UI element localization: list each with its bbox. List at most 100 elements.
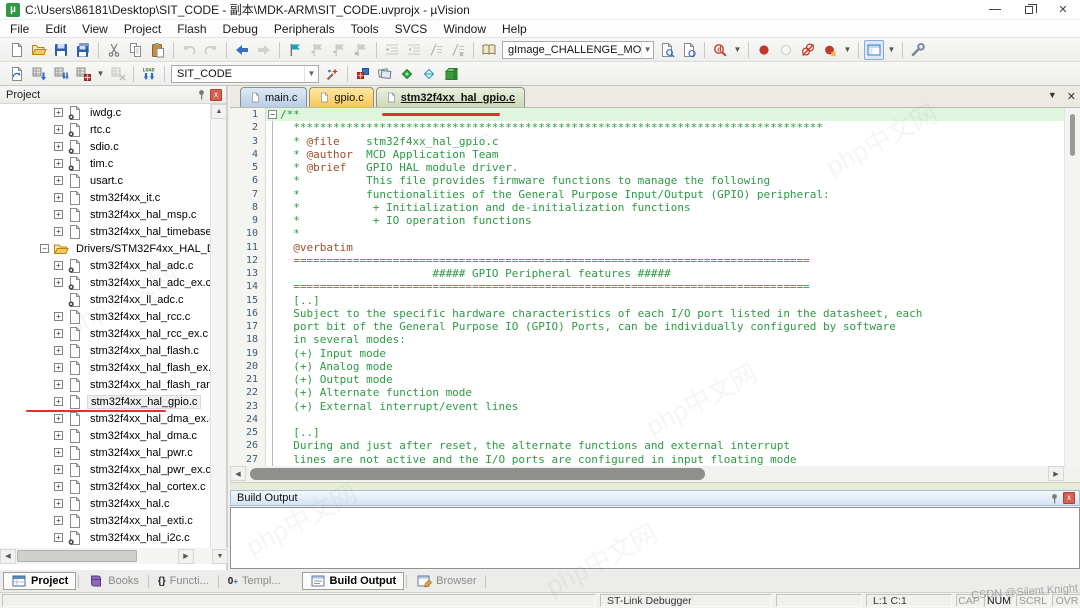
code-line[interactable]: 7 * functionalities of the General Purpo… xyxy=(230,188,1080,201)
expand-toggle[interactable]: + xyxy=(54,346,63,355)
combo-dropdown-caret[interactable]: ▼ xyxy=(304,66,318,82)
menu-tools[interactable]: Tools xyxy=(343,20,387,38)
project-tree-hscrollbar[interactable]: ◀ ▶ ▼ xyxy=(0,548,228,564)
fold-collapse-icon[interactable]: − xyxy=(268,110,277,119)
code-line[interactable]: 13 ##### GPIO Peripheral features ##### xyxy=(230,267,1080,280)
bookmark-prev-button[interactable] xyxy=(307,40,327,60)
tree-item[interactable]: +stm32f4xx_hal_gpio.c xyxy=(0,393,212,410)
bottom-tab-build-output[interactable]: Build Output xyxy=(302,572,405,590)
menu-view[interactable]: View xyxy=(74,20,116,38)
code-line[interactable]: 9 * + IO operation functions xyxy=(230,214,1080,227)
breakpoint-kill-all-button[interactable] xyxy=(820,40,840,60)
build-button[interactable] xyxy=(29,64,49,84)
build-output-close-button[interactable]: x xyxy=(1063,492,1075,504)
save-button[interactable] xyxy=(51,40,71,60)
code-line[interactable]: 27 lines are not active and the I/O port… xyxy=(230,453,1080,466)
bookmark-clear-all-button[interactable] xyxy=(351,40,371,60)
bottom-tab-books[interactable]: Books xyxy=(81,572,146,590)
comment-selection-button[interactable] xyxy=(426,40,446,60)
project-tree-vscrollbar[interactable]: ▲ xyxy=(210,104,226,548)
scroll-left-arrow[interactable]: ◀ xyxy=(0,549,16,564)
pin-icon[interactable] xyxy=(196,89,207,100)
dropdown-caret[interactable]: ▼ xyxy=(94,64,107,84)
menu-help[interactable]: Help xyxy=(494,20,535,38)
expand-toggle[interactable]: − xyxy=(40,244,49,253)
scroll-down-arrow[interactable]: ▼ xyxy=(212,549,228,564)
menu-edit[interactable]: Edit xyxy=(37,20,74,38)
tree-item[interactable]: +iwdg.c xyxy=(0,104,212,121)
nav-back-button[interactable] xyxy=(232,40,252,60)
document-tab-gpio-c[interactable]: gpio.c xyxy=(309,87,373,107)
target-combo[interactable]: SIT_CODE▼ xyxy=(171,65,319,83)
hscroll-thumb[interactable] xyxy=(250,468,705,480)
menu-project[interactable]: Project xyxy=(116,20,169,38)
hscroll-thumb[interactable] xyxy=(17,550,137,562)
uncomment-selection-button[interactable] xyxy=(448,40,468,60)
menu-file[interactable]: File xyxy=(2,20,37,38)
tree-item[interactable]: +stm32f4xx_hal_rcc.c xyxy=(0,308,212,325)
code-line[interactable]: 15 [..] xyxy=(230,294,1080,307)
tree-item[interactable]: +sdio.c xyxy=(0,138,212,155)
multi-project-workspace-button[interactable] xyxy=(419,64,439,84)
scroll-right-arrow[interactable]: ▶ xyxy=(178,549,194,564)
expand-toggle[interactable]: + xyxy=(54,142,63,151)
indent-button[interactable] xyxy=(404,40,424,60)
rebuild-all-button[interactable] xyxy=(51,64,71,84)
breakpoint-enable-button[interactable] xyxy=(776,40,796,60)
expand-toggle[interactable]: + xyxy=(54,227,63,236)
expand-toggle[interactable]: + xyxy=(54,414,63,423)
expand-toggle[interactable]: + xyxy=(54,108,63,117)
save-all-button[interactable] xyxy=(73,40,93,60)
bottom-tab-project[interactable]: Project xyxy=(3,572,76,590)
code-line[interactable]: 6 * This file provides firmware function… xyxy=(230,174,1080,187)
expand-toggle[interactable]: + xyxy=(54,431,63,440)
code-line[interactable]: 20 (+) Analog mode xyxy=(230,360,1080,373)
tree-item[interactable]: +stm32f4xx_hal_cortex.c xyxy=(0,478,212,495)
incremental-find-button[interactable] xyxy=(679,40,699,60)
code-line[interactable]: 11 @verbatim xyxy=(230,241,1080,254)
expand-toggle[interactable]: + xyxy=(54,482,63,491)
document-tab-main-c[interactable]: main.c xyxy=(240,87,307,107)
tree-item[interactable]: +stm32f4xx_hal_rcc_ex.c xyxy=(0,325,212,342)
code-line[interactable]: 17 port bit of the General Purpose IO (G… xyxy=(230,320,1080,333)
cut-button[interactable] xyxy=(104,40,124,60)
paste-button[interactable] xyxy=(148,40,168,60)
window-layout-button[interactable] xyxy=(864,40,884,60)
tree-item[interactable]: +stm32f4xx_hal_flash_ex.c xyxy=(0,359,212,376)
nav-forward-button[interactable] xyxy=(254,40,274,60)
code-line[interactable]: 12 =====================================… xyxy=(230,254,1080,267)
code-line[interactable]: 22 (+) Alternate function mode xyxy=(230,386,1080,399)
stop-build-button[interactable] xyxy=(108,64,128,84)
minimize-button[interactable] xyxy=(978,0,1012,19)
combo-dropdown-caret[interactable]: ▼ xyxy=(641,42,653,58)
code-line[interactable]: 1−/** xyxy=(230,108,1080,121)
expand-toggle[interactable]: + xyxy=(54,465,63,474)
tree-item[interactable]: +stm32f4xx_hal_pwr_ex.c xyxy=(0,461,212,478)
expand-toggle[interactable]: + xyxy=(54,448,63,457)
tree-item[interactable]: +stm32f4xx_hal_timebase_t xyxy=(0,223,212,240)
expand-toggle[interactable]: + xyxy=(54,193,63,202)
pack-installer-button[interactable] xyxy=(441,64,461,84)
code-line[interactable]: 3 * @file stm32f4xx_hal_gpio.c xyxy=(230,135,1080,148)
bottom-tab-functi-[interactable]: {}Functi... xyxy=(151,572,216,590)
code-line[interactable]: 4 * @author MCD Application Team xyxy=(230,148,1080,161)
tree-item[interactable]: +stm32f4xx_hal_pwr.c xyxy=(0,444,212,461)
expand-toggle[interactable]: + xyxy=(54,363,63,372)
expand-toggle[interactable]: + xyxy=(54,312,63,321)
tree-item[interactable]: +stm32f4xx_it.c xyxy=(0,189,212,206)
code-line[interactable]: 2 **************************************… xyxy=(230,121,1080,134)
expand-toggle[interactable]: + xyxy=(54,499,63,508)
pin-icon[interactable] xyxy=(1049,493,1060,504)
close-button[interactable]: ✕ xyxy=(1046,0,1080,19)
tree-item[interactable]: stm32f4xx_ll_adc.c xyxy=(0,291,212,308)
tree-item[interactable]: +stm32f4xx_hal_dma_ex.c xyxy=(0,410,212,427)
batch-build-button[interactable] xyxy=(73,64,93,84)
project-panel-close-button[interactable]: x xyxy=(210,89,222,101)
copy-button[interactable] xyxy=(126,40,146,60)
tree-item[interactable]: +stm32f4xx_hal_i2c.c xyxy=(0,529,212,546)
tree-item[interactable]: +stm32f4xx_hal_flash_ramf xyxy=(0,376,212,393)
expand-toggle[interactable]: + xyxy=(54,329,63,338)
expand-toggle[interactable]: + xyxy=(54,278,63,287)
menu-svcs[interactable]: SVCS xyxy=(387,20,436,38)
tree-item[interactable]: +tim.c xyxy=(0,155,212,172)
